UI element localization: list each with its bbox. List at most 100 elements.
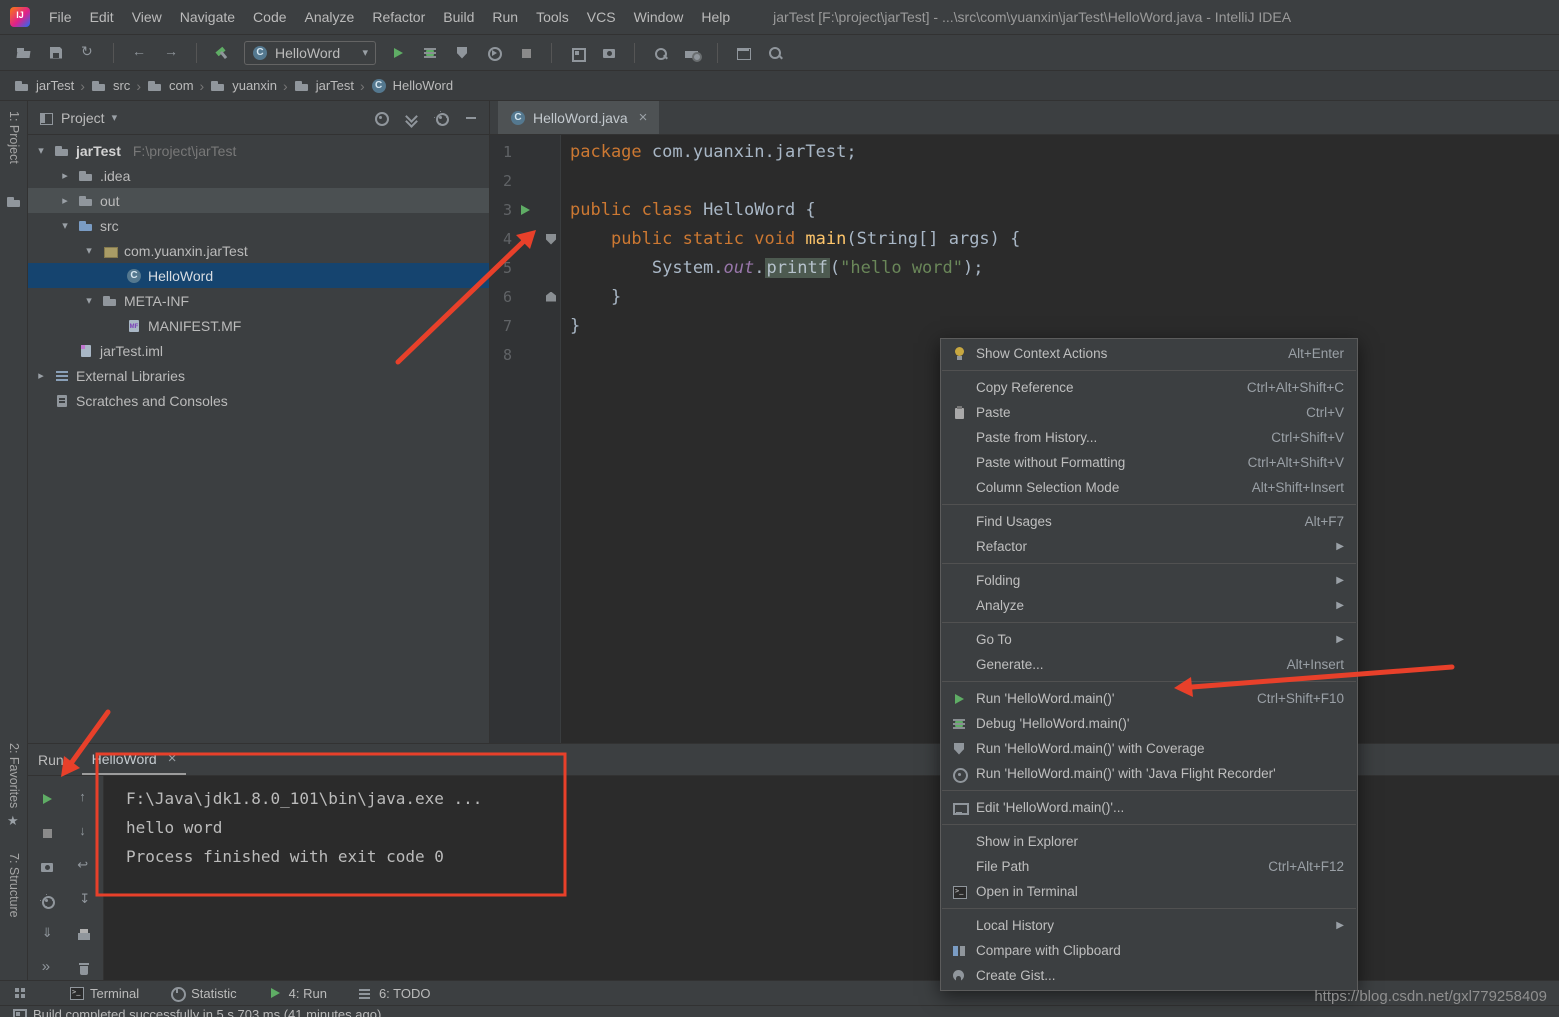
menu-item-analyze[interactable]: Analyze▶	[941, 593, 1357, 618]
search-button[interactable]	[763, 41, 787, 65]
tree-item-idea[interactable]: ▸.idea	[28, 163, 489, 188]
rerun-button[interactable]	[36, 788, 58, 809]
attach-button[interactable]	[565, 41, 589, 65]
tree-expand-icon[interactable]: ▾	[82, 294, 96, 307]
menu-item-generate[interactable]: Generate...Alt+Insert	[941, 652, 1357, 677]
breadcrumb-yuanxin[interactable]: yuanxin	[210, 78, 277, 94]
printer-button[interactable]	[73, 925, 95, 946]
statusbar-tab-6-todo[interactable]: 6: TODO	[357, 985, 431, 1001]
menu-item-run-helloword-main-with-java-flight-recorder[interactable]: Run 'HelloWord.main()' with 'Java Flight…	[941, 761, 1357, 786]
menu-build[interactable]: Build	[434, 9, 483, 25]
debug-button[interactable]	[418, 41, 442, 65]
down-button[interactable]	[73, 822, 95, 843]
tool-stripe-project-button[interactable]: 1: Project	[0, 111, 28, 164]
locate-file-icon[interactable]	[373, 110, 389, 126]
run-button[interactable]	[386, 41, 410, 65]
import-button[interactable]	[36, 925, 58, 946]
menu-item-edit-helloword-main[interactable]: Edit 'HelloWord.main()'...	[941, 795, 1357, 820]
coverage-button[interactable]	[450, 41, 474, 65]
camera-button[interactable]	[36, 856, 58, 877]
close-icon[interactable]: ×	[168, 750, 177, 767]
menu-item-paste-without-formatting[interactable]: Paste without FormattingCtrl+Alt+Shift+V	[941, 450, 1357, 475]
tree-item-manifest-mf[interactable]: MANIFEST.MF	[28, 313, 489, 338]
statusbar-tab-statistic[interactable]: Statistic	[169, 985, 237, 1001]
tree-collapse-icon[interactable]: ▸	[58, 169, 72, 182]
trash-button[interactable]	[73, 959, 95, 980]
wrap-button[interactable]	[73, 856, 95, 877]
menu-view[interactable]: View	[123, 9, 171, 25]
menu-navigate[interactable]: Navigate	[171, 9, 244, 25]
menu-item-run-helloword-main-with-coverage[interactable]: Run 'HelloWord.main()' with Coverage	[941, 736, 1357, 761]
wrench-button[interactable]	[648, 41, 672, 65]
save-button[interactable]	[44, 41, 68, 65]
up-button[interactable]	[73, 788, 95, 809]
menu-run[interactable]: Run	[483, 9, 527, 25]
breadcrumb-jartest[interactable]: jarTest	[294, 78, 354, 94]
menu-item-local-history[interactable]: Local History▶	[941, 913, 1357, 938]
tool-stripe-favorites-button[interactable]: 2: Favorites	[0, 743, 28, 831]
sync-button[interactable]	[76, 41, 100, 65]
more-button[interactable]	[36, 959, 58, 980]
tree-item-src[interactable]: ▾src	[28, 213, 489, 238]
profiler-button[interactable]	[482, 41, 506, 65]
tree-expand-icon[interactable]: ▾	[34, 144, 48, 157]
menu-item-show-context-actions[interactable]: Show Context ActionsAlt+Enter	[941, 341, 1357, 366]
tree-item-out[interactable]: ▸out	[28, 188, 489, 213]
run-tab-helloword[interactable]: HelloWord ×	[82, 744, 187, 775]
menu-file[interactable]: File	[40, 9, 81, 25]
menu-item-debug-helloword-main[interactable]: Debug 'HelloWord.main()'	[941, 711, 1357, 736]
back-button[interactable]	[127, 41, 151, 65]
camera-button[interactable]	[597, 41, 621, 65]
tree-item-meta-inf[interactable]: ▾META-INF	[28, 288, 489, 313]
menu-item-compare-with-clipboard[interactable]: Compare with Clipboard	[941, 938, 1357, 963]
statusbar-tab-terminal[interactable]: Terminal	[68, 985, 139, 1001]
tree-item-jartest[interactable]: ▾jarTestF:\project\jarTest	[28, 138, 489, 163]
menu-item-file-path[interactable]: File PathCtrl+Alt+F12	[941, 854, 1357, 879]
menu-item-folding[interactable]: Folding▶	[941, 568, 1357, 593]
tree-collapse-icon[interactable]: ▸	[34, 369, 48, 382]
menu-item-paste[interactable]: PasteCtrl+V	[941, 400, 1357, 425]
menu-item-show-in-explorer[interactable]: Show in Explorer	[941, 829, 1357, 854]
tab-helloword-java[interactable]: HelloWord.java ×	[498, 101, 659, 134]
breadcrumb-helloword[interactable]: HelloWord	[371, 78, 453, 94]
gear-button[interactable]	[36, 891, 58, 912]
tree-collapse-icon[interactable]: ▸	[58, 194, 72, 207]
run-config-select[interactable]: HelloWord ▾	[244, 41, 376, 65]
stop-button[interactable]	[514, 41, 538, 65]
run-line-icon[interactable]	[512, 231, 538, 247]
tree-item-scratches-and-consoles[interactable]: Scratches and Consoles	[28, 388, 489, 413]
menu-help[interactable]: Help	[692, 9, 739, 25]
toolwindow-switcher-icon[interactable]	[12, 985, 28, 1001]
tree-item-com-yuanxin-jartest[interactable]: ▾com.yuanxin.jarTest	[28, 238, 489, 263]
menu-code[interactable]: Code	[244, 9, 295, 25]
menu-item-column-selection-mode[interactable]: Column Selection ModeAlt+Shift+Insert	[941, 475, 1357, 500]
menu-item-find-usages[interactable]: Find UsagesAlt+F7	[941, 509, 1357, 534]
stop-button[interactable]	[36, 822, 58, 843]
close-icon[interactable]: ×	[639, 109, 648, 126]
menu-vcs[interactable]: VCS	[578, 9, 625, 25]
menu-item-paste-from-history[interactable]: Paste from History...Ctrl+Shift+V	[941, 425, 1357, 450]
forward-button[interactable]	[159, 41, 183, 65]
tool-stripe-structure-button[interactable]: 7: Structure	[0, 853, 28, 918]
menu-tools[interactable]: Tools	[527, 9, 578, 25]
breadcrumb-com[interactable]: com	[147, 78, 194, 94]
tree-item-external-libraries[interactable]: ▸External Libraries	[28, 363, 489, 388]
tree-item-helloword[interactable]: HelloWord	[28, 263, 489, 288]
open-button[interactable]	[12, 41, 36, 65]
project-toolwindow-icon[interactable]	[6, 194, 22, 210]
breadcrumb-jartest[interactable]: jarTest	[14, 78, 74, 94]
window-button[interactable]	[731, 41, 755, 65]
menu-item-create-gist[interactable]: Create Gist...	[941, 963, 1357, 988]
menu-window[interactable]: Window	[625, 9, 693, 25]
tree-expand-icon[interactable]: ▾	[82, 244, 96, 257]
tree-expand-icon[interactable]: ▾	[58, 219, 72, 232]
structure-button[interactable]	[680, 41, 704, 65]
menu-analyze[interactable]: Analyze	[296, 9, 364, 25]
menu-item-go-to[interactable]: Go To▶	[941, 627, 1357, 652]
hammer-button[interactable]	[210, 41, 234, 65]
menu-item-refactor[interactable]: Refactor▶	[941, 534, 1357, 559]
project-panel-title[interactable]: Project	[61, 110, 105, 126]
menu-item-run-helloword-main[interactable]: Run 'HelloWord.main()'Ctrl+Shift+F10	[941, 686, 1357, 711]
queue-button[interactable]	[73, 891, 95, 912]
statusbar-tab-4-run[interactable]: 4: Run	[267, 985, 327, 1001]
